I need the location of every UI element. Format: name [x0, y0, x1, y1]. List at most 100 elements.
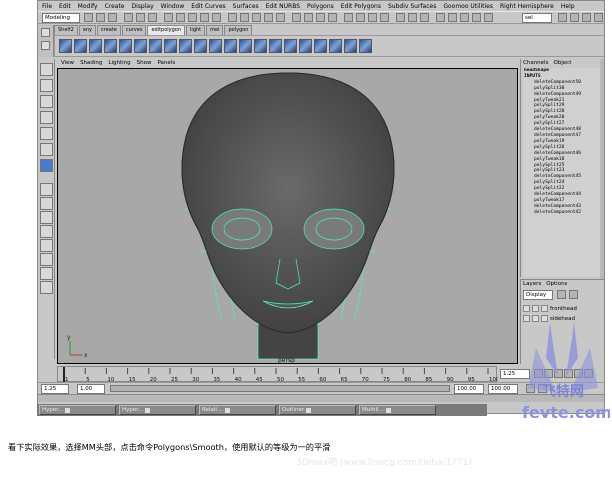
layer-visible-toggle[interactable]	[523, 305, 530, 312]
status-icon-29[interactable]	[448, 13, 457, 22]
status-icon-30[interactable]	[460, 13, 469, 22]
layout-hypershade-icon[interactable]	[40, 253, 53, 266]
status-icon-12[interactable]	[228, 13, 237, 22]
status-icon-19[interactable]	[316, 13, 325, 22]
manipulator-tool-icon[interactable]	[40, 143, 53, 156]
menu-edit-curves[interactable]: Edit Curves	[191, 3, 225, 10]
scale-tool-icon[interactable]	[40, 127, 53, 140]
shelf-tool-icon-3[interactable]	[89, 39, 102, 53]
status-icon-3[interactable]	[108, 13, 117, 22]
status-icon-35[interactable]	[582, 13, 591, 22]
shelf-tool-icon-2[interactable]	[74, 39, 87, 53]
status-icon-25[interactable]	[396, 13, 405, 22]
shelf-tab-any[interactable]: any	[78, 25, 96, 35]
status-icon-27[interactable]	[420, 13, 429, 22]
shelf-tab-curves[interactable]: curves	[121, 25, 147, 35]
shelf-tool-icon-19[interactable]	[329, 39, 342, 53]
status-icon-34[interactable]	[570, 13, 579, 22]
shelf-tab-icon[interactable]	[41, 41, 50, 50]
perspective-viewport[interactable]: y x persp	[57, 68, 518, 364]
status-icon-20[interactable]	[328, 13, 337, 22]
sel-field[interactable]: sel	[522, 13, 552, 23]
menu-display[interactable]: Display	[132, 3, 154, 10]
layer-color-swatch[interactable]	[541, 305, 548, 312]
start-time-field[interactable]: 1.25	[41, 384, 69, 394]
shelf-tool-icon-20[interactable]	[344, 39, 357, 53]
status-icon-4[interactable]	[124, 13, 133, 22]
status-icon-33[interactable]	[558, 13, 567, 22]
last-tool-icon[interactable]	[40, 159, 53, 172]
status-icon-28[interactable]	[436, 13, 445, 22]
shelf-tool-icon-13[interactable]	[239, 39, 252, 53]
shelf-tool-icon-14[interactable]	[254, 39, 267, 53]
layout-graph-icon[interactable]	[40, 239, 53, 252]
taskbar-window[interactable]: Relati...	[199, 405, 276, 415]
shelf-tool-icon-1[interactable]	[59, 39, 72, 53]
status-icon-21[interactable]	[344, 13, 353, 22]
menu-right-hemisphere[interactable]: Right Hemisphere	[500, 3, 554, 10]
new-layer-selected-icon[interactable]	[569, 290, 578, 299]
shelf-tool-icon-21[interactable]	[359, 39, 372, 53]
taskbar-window[interactable]: Hyper...	[39, 405, 116, 415]
mode-dropdown[interactable]: Modeling	[42, 13, 80, 23]
layout-four-icon[interactable]	[40, 197, 53, 210]
shelf-tool-icon-5[interactable]	[119, 39, 132, 53]
taskbar-window[interactable]: Hyper...	[119, 405, 196, 415]
shelf-tool-icon-6[interactable]	[134, 39, 147, 53]
menu-options[interactable]: Options	[546, 281, 567, 287]
status-icon-24[interactable]	[380, 13, 389, 22]
status-icon-32[interactable]	[484, 13, 493, 22]
layout-render-icon[interactable]	[40, 267, 53, 280]
shelf-tab-create[interactable]: create	[96, 25, 121, 35]
menu-surfaces[interactable]: Surfaces	[233, 3, 259, 10]
rotate-tool-icon[interactable]	[40, 111, 53, 124]
menu-edit[interactable]: Edit	[59, 3, 71, 10]
shelf-tab-light[interactable]: light	[186, 25, 206, 35]
select-tool-icon[interactable]	[40, 63, 53, 76]
status-icon-1[interactable]	[84, 13, 93, 22]
status-icon-8[interactable]	[176, 13, 185, 22]
status-icon-31[interactable]	[472, 13, 481, 22]
shelf-tab-mel[interactable]: mel	[206, 25, 224, 35]
menu-polygons[interactable]: Polygons	[307, 3, 334, 10]
menu-create[interactable]: Create	[105, 3, 125, 10]
status-icon-23[interactable]	[368, 13, 377, 22]
status-icon-16[interactable]	[276, 13, 285, 22]
time-slider[interactable]: 1 5 10 15 20 25 30 35 40 45 50 55 60 65 70 75 80 85 90 95 10…	[57, 366, 500, 383]
shelf-tool-icon-11[interactable]	[209, 39, 222, 53]
status-icon-18[interactable]	[304, 13, 313, 22]
shelf-tool-icon-10[interactable]	[194, 39, 207, 53]
status-icon-14[interactable]	[252, 13, 261, 22]
status-icon-22[interactable]	[356, 13, 365, 22]
range-slider-bar[interactable]	[110, 385, 450, 392]
tab-channels[interactable]: Channels	[523, 60, 548, 66]
shelf-tool-icon-12[interactable]	[224, 39, 237, 53]
menu-help[interactable]: Help	[561, 3, 575, 10]
lasso-tool-icon[interactable]	[40, 79, 53, 92]
taskbar-window[interactable]: Outliner	[279, 405, 356, 415]
menu-edit-nurbs[interactable]: Edit NURBS	[266, 3, 300, 10]
shelf-tool-icon-18[interactable]	[314, 39, 327, 53]
current-time-marker[interactable]	[63, 367, 65, 383]
shelf-menu-icon[interactable]	[41, 28, 50, 37]
shelf-tool-icon-16[interactable]	[284, 39, 297, 53]
shelf-tool-icon-7[interactable]	[149, 39, 162, 53]
layer-row[interactable]: fronthead	[523, 304, 604, 313]
viewport-menu-shading[interactable]: Shading	[80, 60, 102, 66]
end-time-field[interactable]: 100.00	[488, 384, 518, 394]
menu-layers[interactable]: Layers	[523, 281, 541, 287]
new-layer-icon[interactable]	[557, 290, 566, 299]
shelf-tool-icon-4[interactable]	[104, 39, 117, 53]
status-icon-7[interactable]	[164, 13, 173, 22]
taskbar-window[interactable]: Multili...	[359, 405, 436, 415]
viewport-menu-show[interactable]: Show	[137, 60, 152, 66]
viewport-menu-lighting[interactable]: Lighting	[108, 60, 130, 66]
status-icon-10[interactable]	[200, 13, 209, 22]
status-icon-36[interactable]	[594, 13, 603, 22]
viewport-menu-view[interactable]: View	[61, 60, 74, 66]
layer-display-dropdown[interactable]: Display	[523, 290, 553, 300]
playback-start-field[interactable]: 1.00	[77, 384, 105, 394]
menu-goomoo-utilities[interactable]: Goomoo Utilities	[443, 3, 493, 10]
status-icon-5[interactable]	[136, 13, 145, 22]
tab-object[interactable]: Object	[553, 60, 571, 66]
